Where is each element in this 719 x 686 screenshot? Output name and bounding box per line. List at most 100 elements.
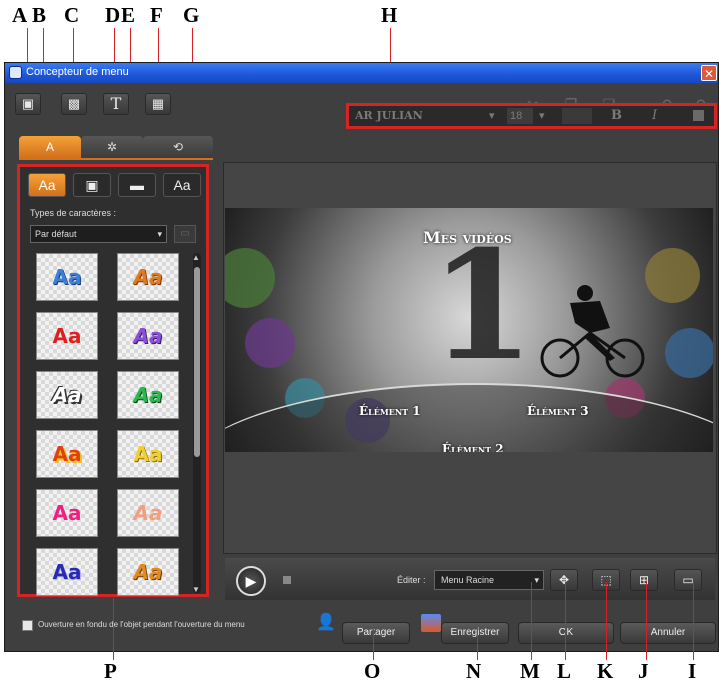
play-button[interactable]: ▶ — [236, 566, 266, 596]
style-sample[interactable]: Aa — [117, 489, 179, 537]
types-label: Types de caractères : — [30, 208, 117, 218]
add-style-button[interactable]: ▭ — [174, 225, 196, 243]
scroll-up-icon[interactable]: ▲ — [192, 253, 200, 262]
sample-text: Aa — [52, 442, 82, 466]
callout-j: J — [638, 659, 649, 683]
italic-button[interactable]: I — [652, 108, 666, 124]
callout-b: B — [32, 3, 47, 27]
cancel-button[interactable]: Annuler — [620, 622, 716, 644]
callout-e: E — [121, 3, 136, 27]
style-sample[interactable]: Aa — [36, 548, 98, 596]
share-button[interactable]: Partager — [342, 622, 410, 644]
callout-k: K — [597, 659, 614, 683]
style-sample[interactable]: Aa — [117, 430, 179, 478]
font-size-select[interactable]: 18 — [507, 108, 533, 124]
menu-title: Mes vidéos — [423, 228, 512, 247]
style-sample[interactable]: Aa — [36, 371, 98, 419]
subtab-text-style[interactable]: Aa — [28, 173, 66, 197]
leader-line — [693, 582, 694, 660]
subtab-shadow[interactable]: ▣ — [73, 173, 111, 197]
text-format-bar: AR JULIAN ▾ 18 ▾ B I — [346, 103, 717, 129]
aspect-ratio-icon[interactable]: ▭ — [674, 569, 702, 591]
sample-text: Aa — [52, 501, 82, 525]
callout-c: C — [64, 3, 80, 27]
type-select-value: Par défaut — [35, 229, 77, 239]
sample-text: Aa — [133, 265, 163, 289]
chapter-icon[interactable]: ▦ — [145, 93, 171, 115]
callout-p: P — [104, 659, 117, 683]
ok-button[interactable]: OK — [518, 622, 614, 644]
stop-button[interactable] — [283, 576, 291, 584]
sample-text: Aa — [52, 324, 82, 348]
fade-checkbox[interactable] — [22, 620, 33, 631]
text-style-panel: Aa ▣ ▬ Aa Types de caractères : Par défa… — [17, 164, 209, 597]
style-sample[interactable]: Aa — [36, 489, 98, 537]
callout-i: I — [688, 659, 697, 683]
folder-search-icon[interactable]: ▣ — [15, 93, 41, 115]
menu-item-3[interactable]: Élément 3 — [527, 404, 589, 418]
style-sample[interactable]: Aa — [117, 312, 179, 360]
bokeh-light — [665, 328, 713, 378]
tab-motion[interactable]: ✲ — [81, 136, 143, 158]
style-sample[interactable]: Aa — [117, 548, 179, 596]
align-icon[interactable] — [562, 108, 592, 124]
close-button[interactable]: ✕ — [701, 65, 717, 81]
leader-line — [113, 598, 114, 660]
callout-h: H — [381, 3, 398, 27]
font-select[interactable]: AR JULIAN — [355, 108, 495, 124]
chevron-down-icon[interactable]: ▾ — [539, 108, 549, 124]
bokeh-light — [225, 248, 275, 308]
style-sample[interactable]: Aa — [117, 371, 179, 419]
fade-checkbox-label: Ouverture en fondu de l'objet pendant l'… — [38, 620, 245, 629]
tab-transition[interactable]: ⟲ — [143, 136, 213, 158]
leader-line — [565, 582, 566, 660]
callout-a: A — [12, 3, 28, 27]
save-button[interactable]: Enregistrer — [441, 622, 509, 644]
motion-icon[interactable]: ✥ — [550, 569, 578, 591]
leader-line — [646, 582, 647, 660]
share-icon: 👤 — [316, 614, 336, 631]
sample-text: Aa — [133, 442, 163, 466]
style-sample[interactable]: Aa — [36, 253, 98, 301]
save-icon — [421, 614, 441, 632]
transition-icon: ⟲ — [172, 140, 184, 154]
bokeh-light — [245, 318, 295, 368]
leader-line — [606, 582, 607, 660]
bold-button[interactable]: B — [611, 108, 625, 124]
scrollbar-thumb[interactable] — [194, 267, 200, 457]
leader-line — [373, 628, 374, 660]
menu-item-2[interactable]: Élément 2 — [442, 442, 504, 452]
sample-text: Aa — [133, 383, 163, 407]
subtab-font[interactable]: Aa — [163, 173, 201, 197]
menu-preview: 1 Mes vidéos Élément 1 Élément 3 Élément… — [225, 208, 713, 452]
edit-label: Éditer : — [397, 575, 426, 585]
style-sample[interactable]: Aa — [36, 312, 98, 360]
chevron-down-icon[interactable]: ▾ — [489, 108, 499, 124]
callout-d: D — [105, 3, 121, 27]
menu-item-1[interactable]: Élément 1 — [359, 404, 421, 418]
chevron-down-icon: ▾ — [534, 575, 539, 585]
motion-path-icon: ✲ — [106, 140, 118, 154]
sample-text: Aa — [52, 265, 82, 289]
subtab-border[interactable]: ▬ — [118, 173, 156, 197]
grid-icon[interactable]: ⊞ — [630, 569, 658, 591]
scroll-down-icon[interactable]: ▼ — [192, 585, 200, 594]
text-style-icon: A — [45, 140, 54, 154]
callout-g: G — [183, 3, 200, 27]
type-select[interactable]: Par défaut ▾ — [30, 225, 167, 243]
text-icon[interactable]: T — [103, 93, 129, 115]
callout-m: M — [520, 659, 540, 683]
image-icon[interactable]: ▩ — [61, 93, 87, 115]
sample-text: Aa — [133, 560, 163, 584]
window-title: Concepteur de menu — [26, 66, 129, 78]
color-swatch[interactable] — [693, 110, 704, 121]
style-sample[interactable]: Aa — [36, 430, 98, 478]
chevron-down-icon: ▾ — [157, 229, 162, 239]
sample-text: Aa — [52, 383, 82, 407]
tab-underline — [19, 158, 213, 160]
edit-menu-select[interactable]: Menu Racine ▾ — [434, 570, 544, 590]
tab-text-style[interactable]: A — [19, 136, 81, 158]
cyclist-silhouette — [540, 285, 645, 378]
style-sample[interactable]: Aa — [117, 253, 179, 301]
leader-line — [477, 628, 478, 660]
